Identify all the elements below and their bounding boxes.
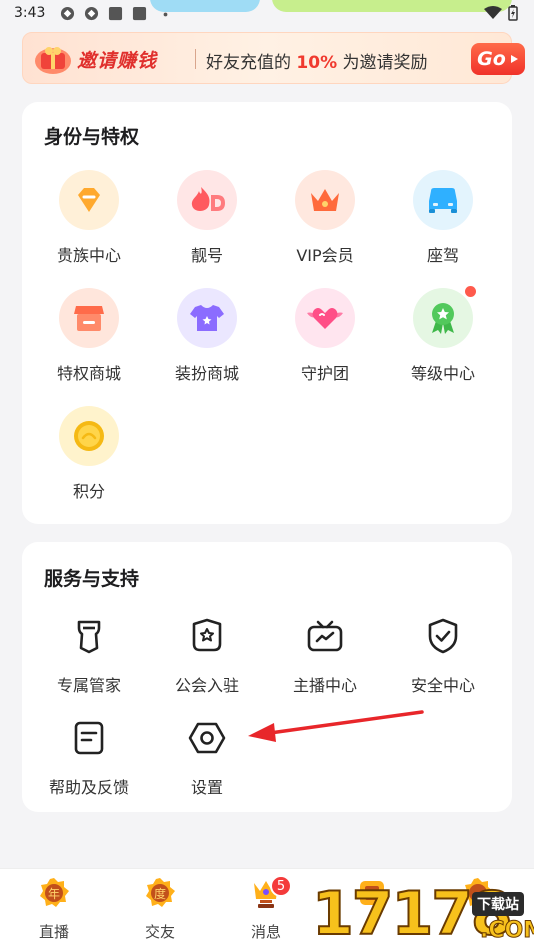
status-time: 3:43	[14, 5, 46, 21]
privilege-section: 身份与特权 贵族中心 靓号 VIP会员 座驾 特权商城 装扮商城 守护团 等级中…	[22, 102, 512, 524]
more-dot-icon	[163, 12, 168, 17]
butler-tie-icon	[69, 616, 109, 656]
wifi-icon	[484, 6, 502, 19]
go-button[interactable]: Go	[471, 43, 525, 75]
pretty-number-icon	[177, 170, 237, 230]
nav-item-friends[interactable]: 度 交友	[120, 877, 200, 947]
grid-item-pretty-number[interactable]: 靓号	[148, 170, 266, 280]
play-arrow-icon	[510, 55, 518, 63]
unread-badge: 5	[270, 875, 292, 897]
grid-item-label: 等级中心	[410, 364, 475, 383]
grid-item-noble-center[interactable]: 贵族中心	[30, 170, 148, 280]
feedback-doc-icon	[69, 718, 109, 758]
grid-item-label: 守护团	[300, 364, 349, 383]
coin-icon	[59, 406, 119, 466]
car-icon	[413, 170, 473, 230]
top-decoration-right	[272, 0, 512, 12]
nav-label: 交友	[144, 923, 175, 941]
nav-item-live[interactable]: 年 直播	[14, 877, 94, 947]
grid-item-vip[interactable]: VIP会员	[266, 170, 384, 280]
nav-item-messages[interactable]: 5 消息	[226, 875, 306, 947]
grid-item-label: 设置	[190, 778, 223, 797]
grid-item-guard-group[interactable]: 守护团	[266, 288, 384, 398]
grid-item-label: 帮助及反馈	[48, 778, 129, 797]
svg-text:度: 度	[154, 886, 166, 901]
invite-percent: 10%	[296, 53, 338, 73]
section-title: 身份与特权	[44, 126, 140, 148]
noble-diamond-icon	[59, 170, 119, 230]
vip-crown-icon	[295, 170, 355, 230]
notification-icon	[60, 6, 75, 21]
shop-icon	[59, 288, 119, 348]
svg-text:年: 年	[48, 887, 60, 901]
app-notification-icon	[132, 6, 147, 21]
annotation-arrow	[248, 710, 424, 742]
guild-shield-icon	[187, 616, 227, 656]
grid-item-label: 主播中心	[292, 676, 357, 695]
tv-icon	[305, 616, 345, 656]
nav-label: 直播	[38, 923, 69, 941]
grid-item-level-center[interactable]: 等级中心	[384, 286, 502, 398]
invite-description: 好友充值的 10% 为邀请奖励	[206, 53, 428, 73]
invite-banner[interactable]: 邀请赚钱 好友充值的 10% 为邀请奖励 Go	[22, 32, 525, 84]
nav-label: 消息	[250, 923, 281, 941]
battery-icon	[508, 5, 518, 21]
invite-title: 邀请赚钱	[77, 50, 158, 72]
section-title: 服务与支持	[44, 568, 140, 590]
grid-item-label: 装扮商城	[174, 364, 239, 383]
grid-item-points[interactable]: 积分	[30, 406, 148, 516]
level-badge-icon	[413, 288, 473, 348]
grid-item-label: 公会入驻	[174, 676, 239, 695]
divider	[195, 49, 196, 69]
notification-icon	[84, 6, 99, 21]
clothes-icon	[177, 288, 237, 348]
status-bar: 3:43	[0, 0, 534, 28]
grid-item-privilege-shop[interactable]: 特权商城	[30, 288, 148, 398]
grid-item-label: 安全中心	[410, 676, 475, 695]
grid-item-dress-shop[interactable]: 装扮商城	[148, 288, 266, 398]
grid-item-label: 积分	[72, 482, 105, 501]
app-notification-icon	[108, 6, 123, 21]
grid-item-car[interactable]: 座驾	[384, 170, 502, 280]
gift-icon	[35, 47, 71, 74]
live-icon: 年	[40, 878, 69, 907]
settings-hexagon-icon	[187, 718, 227, 758]
grid-item-label: VIP会员	[296, 246, 354, 265]
grid-item-label: 座驾	[426, 246, 459, 265]
watermark-domain: .COM	[479, 918, 534, 944]
grid-item-help-feedback[interactable]: 帮助及反馈	[30, 718, 148, 828]
friends-icon: 度	[146, 878, 175, 907]
shield-check-icon	[423, 616, 463, 656]
grid-item-label: 专属管家	[56, 676, 121, 695]
site-watermark: 17178 下载站 .COM	[311, 878, 534, 950]
notification-dot	[465, 286, 476, 297]
grid-item-butler[interactable]: 专属管家	[30, 616, 148, 726]
grid-item-label: 特权商城	[56, 364, 121, 383]
heart-wings-icon	[295, 288, 355, 348]
grid-item-label: 贵族中心	[56, 246, 121, 265]
watermark-tag: 下载站	[472, 892, 524, 916]
grid-item-label: 靓号	[190, 246, 223, 265]
service-section: 服务与支持 专属管家 公会入驻 主播中心 安全中心 帮助及反馈 设置	[22, 542, 512, 812]
